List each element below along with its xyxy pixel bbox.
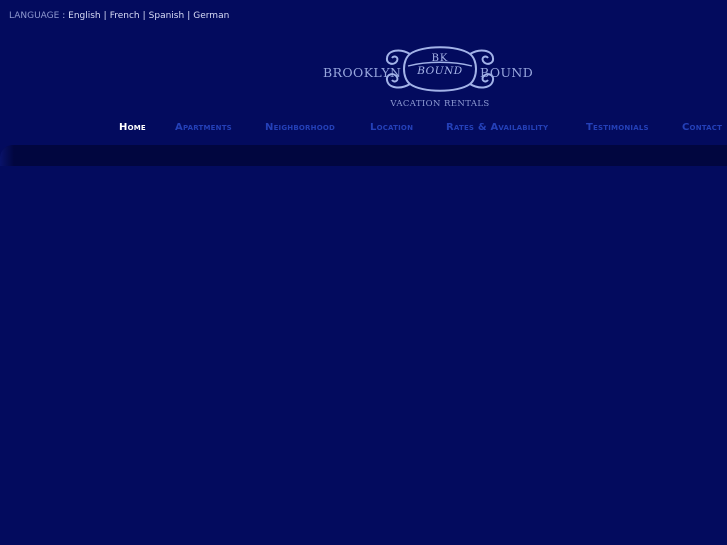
logo-tagline: VACATION RENTALS bbox=[390, 99, 490, 109]
language-link-french[interactable]: French bbox=[110, 11, 140, 21]
logo-emblem-initials: BK bbox=[431, 53, 449, 64]
site-logo[interactable]: BROOKLYN BK BOUND BOUND VACATION RENTALS bbox=[320, 42, 536, 112]
logo-emblem-word: BOUND bbox=[417, 65, 463, 77]
main-content bbox=[0, 166, 727, 545]
language-separator: | bbox=[103, 11, 107, 21]
header-band-corner bbox=[0, 145, 14, 166]
language-label-colon: : bbox=[62, 11, 66, 21]
nav-item-rates-availability[interactable]: Rates & Availability bbox=[446, 122, 548, 133]
nav-item-location[interactable]: Location bbox=[370, 122, 413, 133]
nav-item-neighborhood[interactable]: Neighborhood bbox=[265, 122, 335, 133]
page: LANGUAGE : English | French | Spanish | German… bbox=[0, 0, 727, 545]
header-band bbox=[0, 145, 727, 166]
language-link-spanish[interactable]: Spanish bbox=[149, 11, 185, 21]
language-link-english[interactable]: English bbox=[68, 11, 101, 21]
language-separator: | bbox=[142, 11, 146, 21]
nav-item-testimonials[interactable]: Testimonials bbox=[586, 122, 649, 133]
language-label: LANGUAGE bbox=[9, 11, 60, 21]
language-link-german[interactable]: German bbox=[193, 11, 229, 21]
nav-item-apartments[interactable]: Apartments bbox=[175, 122, 232, 133]
language-separator: | bbox=[187, 11, 191, 21]
main-nav: Home Apartments Neighborhood Location Ra… bbox=[0, 122, 727, 140]
logo-word-bound: BOUND bbox=[480, 65, 534, 80]
language-bar: LANGUAGE : English | French | Spanish | German bbox=[9, 11, 229, 21]
nav-item-contact[interactable]: Contact bbox=[682, 122, 722, 133]
nav-item-home[interactable]: Home bbox=[119, 122, 146, 133]
